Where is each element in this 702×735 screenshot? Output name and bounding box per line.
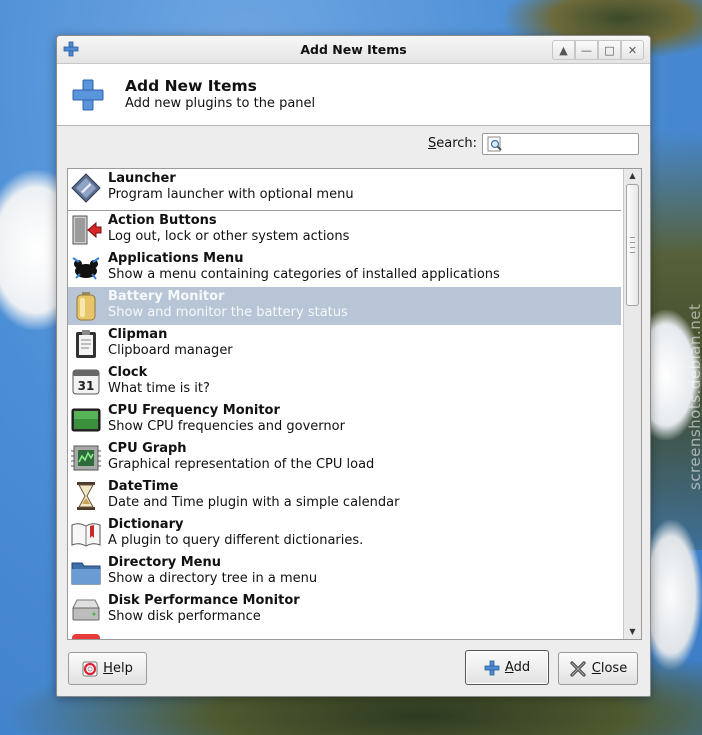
plugin-list-item[interactable]: Dictionary A plugin to query different di…	[68, 515, 621, 553]
scrollbar[interactable]: ▲ ▼	[623, 169, 641, 639]
close-window-button[interactable]: ✕	[621, 40, 644, 60]
plugin-description: Date and Time plugin with a simple calen…	[108, 495, 400, 510]
scrollbar-thumb[interactable]	[626, 184, 639, 306]
close-button[interactable]: Close	[558, 652, 638, 685]
plugin-description: Clipboard manager	[108, 343, 233, 358]
up-arrow-icon: ▲	[559, 43, 568, 57]
help-button[interactable]: Help	[68, 652, 147, 685]
plugin-description: Show CPU frequencies and governor	[108, 419, 345, 434]
plugin-description: Show disk performance	[108, 609, 261, 624]
plugin-description: What time is it?	[108, 381, 210, 396]
plugin-list-item[interactable]: DateTime Date and Time plugin with a simp…	[68, 477, 621, 515]
plugin-list[interactable]: Launcher Program launcher with optional m…	[67, 168, 642, 640]
plugin-name: Battery Monitor	[108, 289, 225, 304]
battery-icon	[70, 290, 102, 322]
plugin-name: CPU Graph	[108, 441, 187, 456]
plugin-list-item[interactable]: Applications Menu Show a menu containing …	[68, 249, 621, 287]
svg-text:31: 31	[78, 379, 95, 393]
plus-icon	[71, 78, 105, 116]
folder-icon	[70, 556, 102, 588]
header-subtitle: Add new plugins to the panel	[125, 96, 316, 111]
book-icon	[70, 518, 102, 550]
plugin-name: Launcher	[108, 171, 176, 186]
list-separator	[68, 210, 621, 211]
plugin-name: Dictionary	[108, 517, 184, 532]
eyes-icon	[70, 632, 102, 639]
plugin-description: Show a menu containing categories of ins…	[108, 267, 500, 282]
plugin-name: CPU Frequency Monitor	[108, 403, 280, 418]
dialog-header: Add New Items Add new plugins to the pan…	[57, 64, 650, 126]
plugin-name: Action Buttons	[108, 213, 217, 228]
plugin-list-items: Launcher Program launcher with optional m…	[68, 169, 621, 639]
plugin-name: Clipman	[108, 327, 168, 342]
plugin-list-item[interactable]: CPU Graph Graphical representation of the…	[68, 439, 621, 477]
calendar-clock-icon: 31	[70, 366, 102, 398]
search-label: Search:	[428, 136, 478, 151]
minimize-icon: —	[581, 43, 592, 57]
xfce-mouse-icon	[70, 252, 102, 284]
grip-icon	[630, 237, 635, 253]
cpu-frequency-icon	[70, 404, 102, 436]
watermark: screenshots.debian.net	[686, 303, 702, 490]
plugin-name: Directory Menu	[108, 555, 222, 570]
plugin-name: Applications Menu	[108, 251, 244, 266]
titlebar[interactable]: Add New Items ▲ — □ ✕	[57, 36, 650, 64]
plugin-list-item[interactable]: Action Buttons Log out, lock or other sys…	[68, 211, 621, 249]
plugin-description: Graphical representation of the CPU load	[108, 457, 375, 472]
plugin-description: Program launcher with optional menu	[108, 187, 354, 202]
add-button[interactable]: Add	[465, 650, 549, 685]
plugin-list-item[interactable]: 31 Clock What time is it?	[68, 363, 621, 401]
cpu-graph-icon	[70, 442, 102, 474]
scroll-down-arrow-icon[interactable]: ▼	[626, 626, 639, 638]
plugin-list-item[interactable]: Clipman Clipboard manager	[68, 325, 621, 363]
close-icon: ✕	[627, 43, 638, 57]
logout-door-icon	[70, 214, 102, 246]
plugin-list-item[interactable]	[68, 629, 621, 639]
minimize-button[interactable]: —	[575, 40, 598, 60]
plugin-description: A plugin to query different dictionaries…	[108, 533, 364, 548]
window-controls: ▲ — □ ✕	[552, 40, 644, 60]
plugin-list-item[interactable]: CPU Frequency Monitor Show CPU frequencie…	[68, 401, 621, 439]
plugin-name: Disk Performance Monitor	[108, 593, 300, 608]
plugin-name: DateTime	[108, 479, 179, 494]
scroll-up-arrow-icon[interactable]: ▲	[626, 170, 639, 182]
launcher-icon	[70, 172, 102, 204]
lifebuoy-icon	[82, 661, 98, 677]
plugin-list-item[interactable]: Disk Performance Monitor Show disk perfor…	[68, 591, 621, 629]
plugin-description: Show a directory tree in a menu	[108, 571, 318, 586]
close-x-icon	[569, 660, 587, 678]
maximize-button[interactable]: □	[598, 40, 621, 60]
plugin-description: Log out, lock or other system actions	[108, 229, 350, 244]
add-new-items-dialog: Add New Items ▲ — □ ✕ Add New Items Add …	[56, 35, 651, 697]
search-input[interactable]	[482, 133, 639, 155]
maximize-icon: □	[604, 43, 615, 57]
clipboard-icon	[70, 328, 102, 360]
plugin-name: Clock	[108, 365, 148, 380]
plugin-description: Show and monitor the battery status	[108, 305, 348, 320]
plus-icon	[484, 660, 500, 676]
hard-disk-icon	[70, 594, 102, 626]
plugin-list-item[interactable]: Battery Monitor Show and monitor the batt…	[68, 287, 621, 325]
hourglass-icon	[70, 480, 102, 512]
plugin-list-item[interactable]: Directory Menu Show a directory tree in a…	[68, 553, 621, 591]
shade-button[interactable]: ▲	[552, 40, 575, 60]
header-title: Add New Items	[125, 77, 257, 95]
search-icon	[487, 136, 503, 156]
plugin-list-item[interactable]: Launcher Program launcher with optional m…	[68, 169, 621, 207]
